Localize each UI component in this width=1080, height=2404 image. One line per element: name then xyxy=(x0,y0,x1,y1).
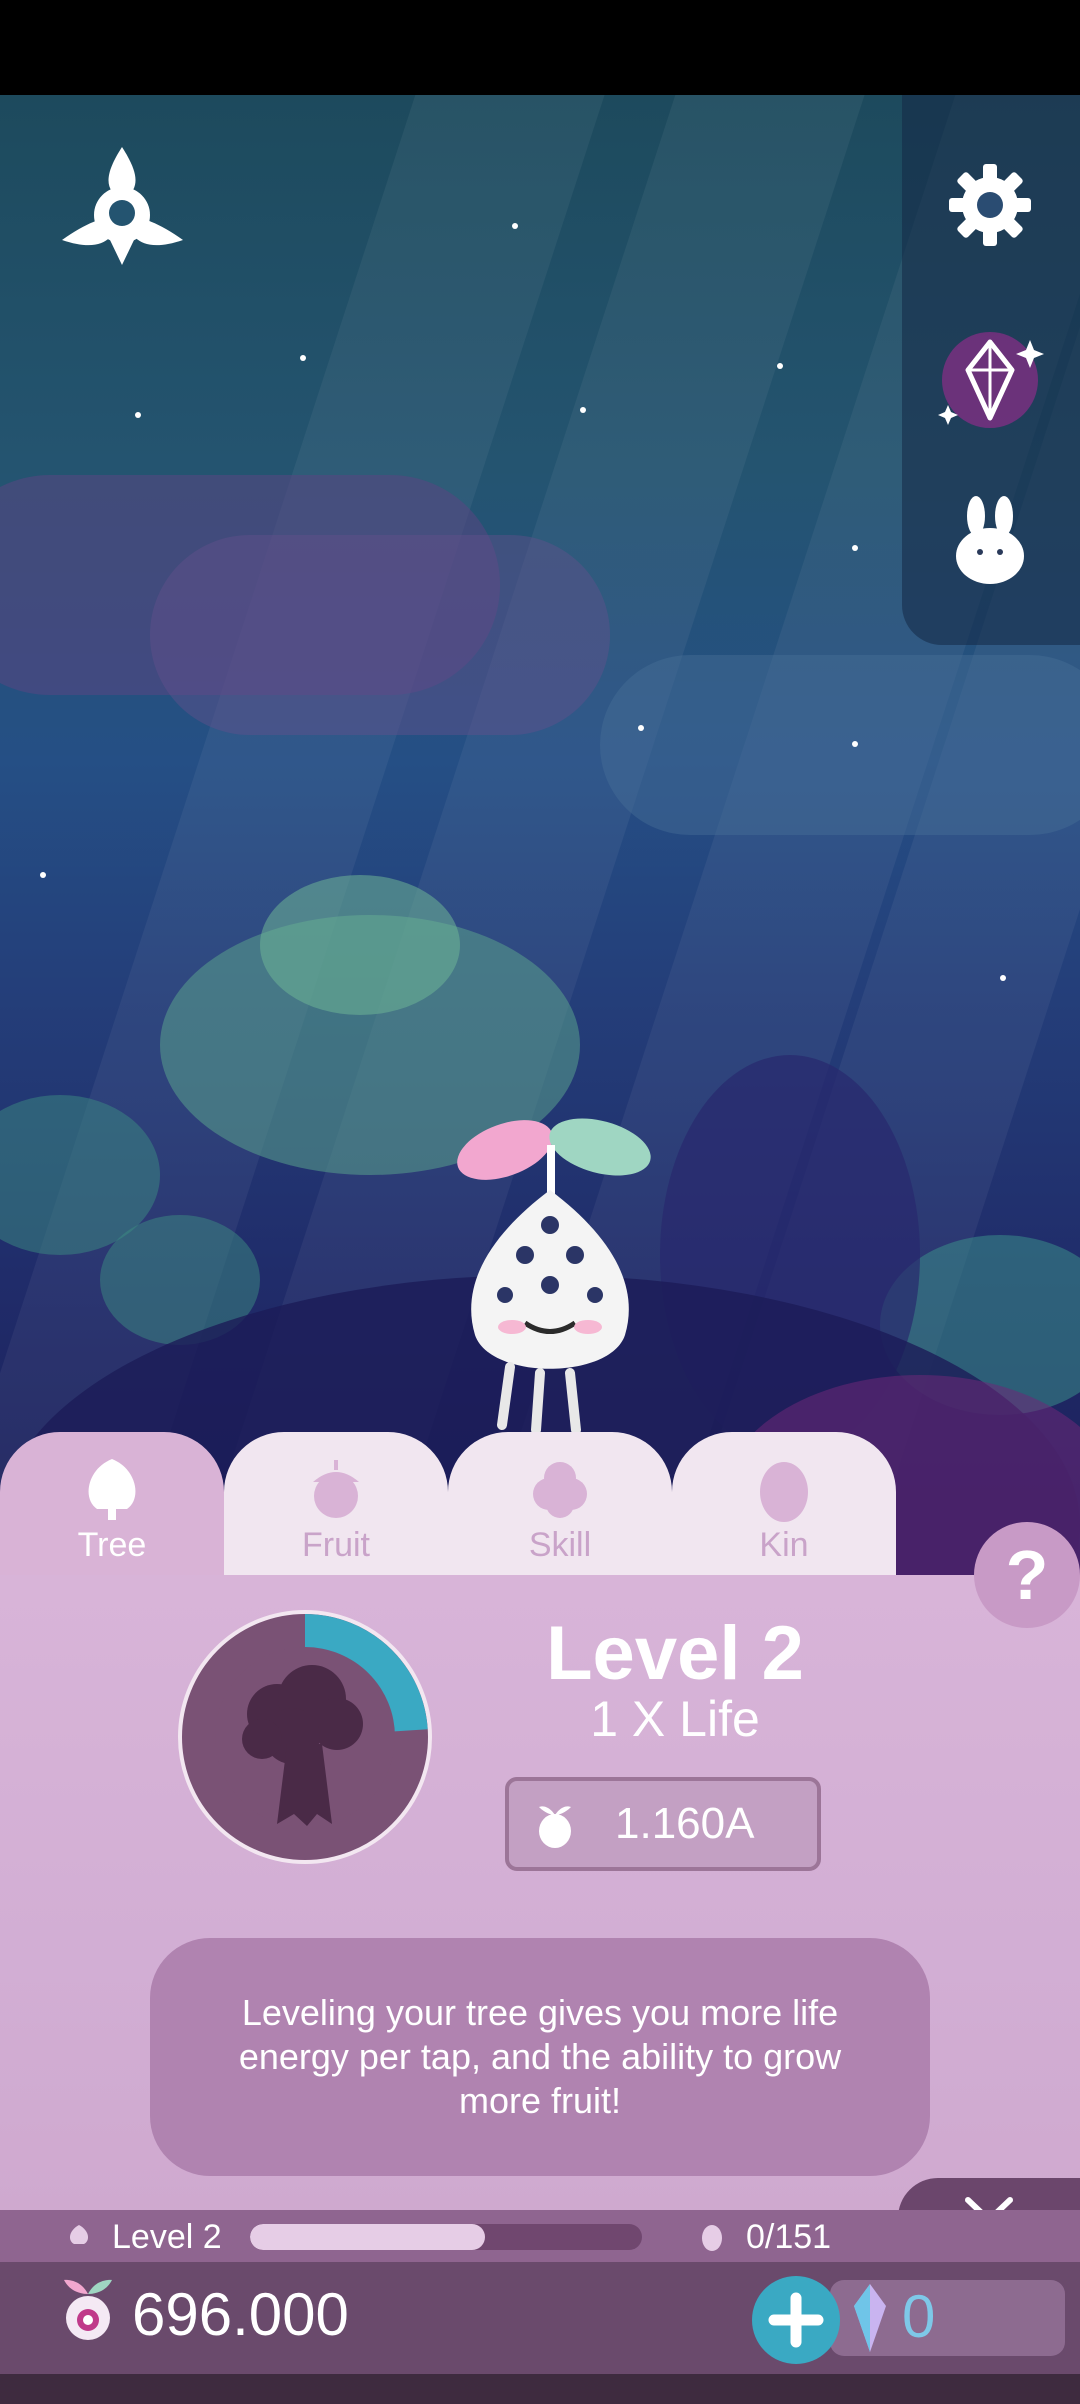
tree-portrait xyxy=(178,1610,432,1864)
tab-bar: Tree Fruit Skill Kin xyxy=(0,1432,900,1577)
tab-fruit[interactable]: Fruit xyxy=(224,1432,448,1577)
add-crystals-button[interactable] xyxy=(752,2276,840,2364)
logo-menu-icon[interactable] xyxy=(60,145,185,270)
tab-fruit-label: Fruit xyxy=(302,1526,370,1564)
level-up-button[interactable]: 1.160A xyxy=(505,1777,821,1871)
level-progress-fill xyxy=(250,2224,486,2250)
level-up-cost: 1.160A xyxy=(615,1799,755,1848)
egg-icon xyxy=(760,1462,808,1522)
fruit-small-icon xyxy=(702,2225,722,2251)
settings-gear-icon[interactable] xyxy=(945,160,1035,250)
bunny-companion-icon[interactable] xyxy=(945,490,1035,590)
cloud-icon xyxy=(533,1462,587,1518)
progress-level-label: Level 2 xyxy=(112,2218,222,2256)
fruit-count: 0/151 xyxy=(746,2218,832,2256)
life-energy-amount: 696.000 xyxy=(132,2281,349,2348)
currency-bar: 696.000 0 xyxy=(0,2262,1080,2374)
tab-kin-label: Kin xyxy=(759,1526,809,1564)
tab-skill-label: Skill xyxy=(528,1526,592,1564)
tree-progress-row: Level 2 0/151 xyxy=(0,2210,1080,2262)
crystal-amount: 0 xyxy=(902,2283,936,2350)
life-seed-icon xyxy=(539,1806,571,1848)
acorn-icon xyxy=(313,1460,359,1518)
crystal-icon xyxy=(854,2284,886,2352)
tab-tree[interactable]: Tree xyxy=(0,1432,224,1577)
level-multiplier: 1 X Life xyxy=(590,1691,760,1747)
sprout-character[interactable] xyxy=(430,1105,670,1435)
crystal-shop-icon[interactable] xyxy=(930,320,1050,440)
info-box: Leveling your tree gives you more life e… xyxy=(150,1938,930,2176)
level-progress-track xyxy=(250,2224,642,2250)
level-title: Level 2 xyxy=(546,1611,804,1696)
help-button[interactable]: ? xyxy=(974,1522,1080,1628)
life-energy-icon xyxy=(64,2279,112,2340)
tab-skill[interactable]: Skill xyxy=(448,1432,672,1577)
tab-kin[interactable]: Kin xyxy=(672,1432,896,1577)
status-bar xyxy=(0,0,1080,95)
tab-tree-label: Tree xyxy=(77,1526,147,1564)
tree-icon xyxy=(88,1459,136,1520)
tree-small-icon xyxy=(69,2225,89,2244)
system-nav-bar xyxy=(0,2374,1080,2404)
plus-icon xyxy=(768,2292,824,2348)
info-description: Leveling your tree gives you more life e… xyxy=(238,1992,842,2121)
